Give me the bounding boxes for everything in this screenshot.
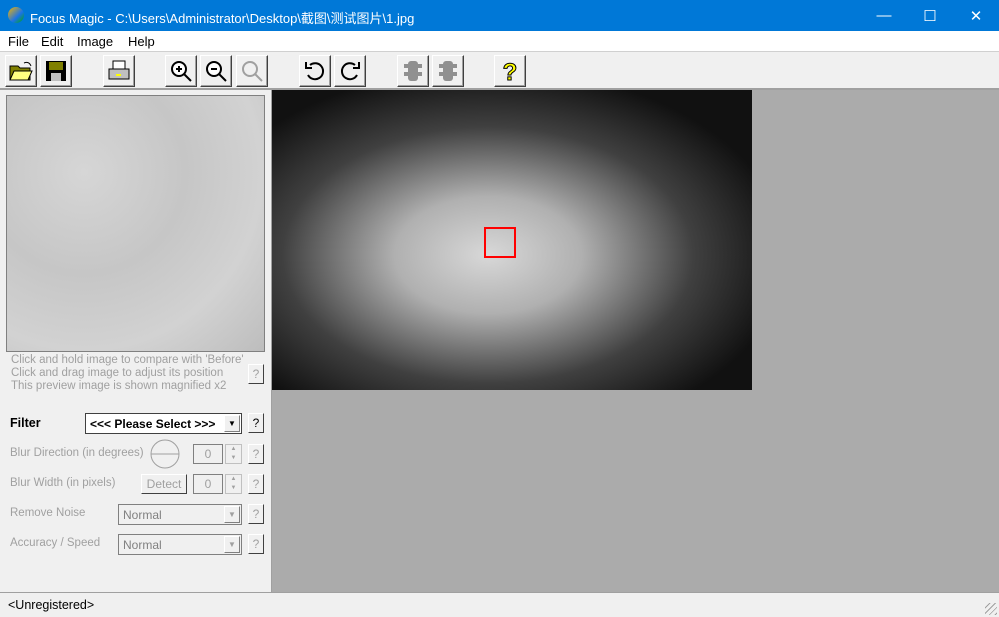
traffic-light-icon (404, 61, 422, 81)
detect-button[interactable]: Detect (141, 474, 187, 494)
compare-button-2[interactable] (432, 55, 464, 87)
status-text: <Unregistered> (8, 598, 95, 612)
filter-help-button[interactable]: ? (248, 413, 264, 433)
blur-direction-label: Blur Direction (in degrees) (10, 447, 144, 459)
blur-direction-input[interactable]: 0 (193, 444, 223, 464)
print-button[interactable] (103, 55, 135, 87)
chevron-down-icon: ▼ (224, 415, 240, 432)
blur-direction-dial[interactable] (149, 439, 181, 469)
blur-direction-spinner[interactable]: ▲ ▼ (225, 444, 242, 464)
help-icon: ? (502, 59, 518, 85)
compare-button-1[interactable] (397, 55, 429, 87)
save-disk-icon (46, 61, 66, 81)
status-bar: <Unregistered> (0, 592, 999, 617)
menu-bar: File Edit Image Help (0, 31, 999, 52)
blur-width-input[interactable]: 0 (193, 474, 223, 494)
preview-image[interactable] (6, 95, 265, 352)
accuracy-value: Normal (123, 538, 162, 552)
open-folder-icon (9, 61, 33, 81)
accuracy-help-button[interactable]: ? (248, 534, 264, 554)
remove-noise-select[interactable]: Normal ▼ (118, 504, 242, 525)
rotate-right-icon (340, 62, 360, 81)
remove-noise-label: Remove Noise (10, 507, 86, 519)
zoom-fit-icon (242, 61, 263, 82)
filter-select[interactable]: <<< Please Select >>> ▼ (85, 413, 242, 434)
toolbar: ? (0, 52, 999, 90)
svg-text:?: ? (503, 59, 518, 84)
blur-width-help-button[interactable]: ? (248, 474, 264, 494)
zoom-out-button[interactable] (200, 55, 232, 87)
maximize-button[interactable]: ☐ (907, 0, 953, 31)
menu-help[interactable]: Help (128, 34, 155, 49)
rotate-left-button[interactable] (299, 55, 331, 87)
filter-label: Filter (10, 416, 41, 430)
left-panel: Click and hold image to compare with 'Be… (0, 90, 272, 592)
preview-hint-2: Click and drag image to adjust its posit… (11, 367, 224, 379)
zoom-in-button[interactable] (165, 55, 197, 87)
blur-width-spinner[interactable]: ▲ ▼ (225, 474, 242, 494)
minimize-button[interactable]: — (861, 0, 907, 31)
zoom-in-icon (171, 61, 192, 82)
preview-hint-3: This preview image is shown magnified x2 (11, 380, 227, 392)
rotate-right-button[interactable] (334, 55, 366, 87)
preview-selection-box[interactable] (484, 227, 516, 258)
chevron-down-icon: ▼ (224, 536, 240, 553)
preview-hint-1: Click and hold image to compare with 'Be… (11, 354, 244, 366)
remove-noise-help-button[interactable]: ? (248, 504, 264, 524)
traffic-light-icon (439, 61, 457, 81)
window-title: Focus Magic - C:\Users\Administrator\Des… (30, 11, 415, 26)
filter-value: <<< Please Select >>> (90, 417, 216, 431)
preview-help-button[interactable]: ? (248, 364, 264, 384)
rotate-left-icon (305, 62, 325, 81)
print-icon (108, 60, 130, 80)
title-bar: Focus Magic - C:\Users\Administrator\Des… (0, 0, 999, 31)
accuracy-select[interactable]: Normal ▼ (118, 534, 242, 555)
help-button[interactable]: ? (494, 55, 526, 87)
blur-width-label: Blur Width (in pixels) (10, 477, 116, 489)
chevron-down-icon: ▼ (224, 506, 240, 523)
resize-grip-icon[interactable] (985, 603, 997, 615)
save-button[interactable] (40, 55, 72, 87)
open-button[interactable] (5, 55, 37, 87)
close-button[interactable]: ✕ (953, 0, 999, 31)
menu-file[interactable]: File (8, 34, 29, 49)
menu-image[interactable]: Image (77, 34, 113, 49)
accuracy-label: Accuracy / Speed (10, 537, 101, 549)
app-logo-icon (8, 7, 24, 23)
remove-noise-value: Normal (123, 508, 162, 522)
blur-direction-help-button[interactable]: ? (248, 444, 264, 464)
zoom-out-icon (206, 61, 227, 82)
zoom-fit-button[interactable] (236, 55, 268, 87)
menu-edit[interactable]: Edit (41, 34, 63, 49)
